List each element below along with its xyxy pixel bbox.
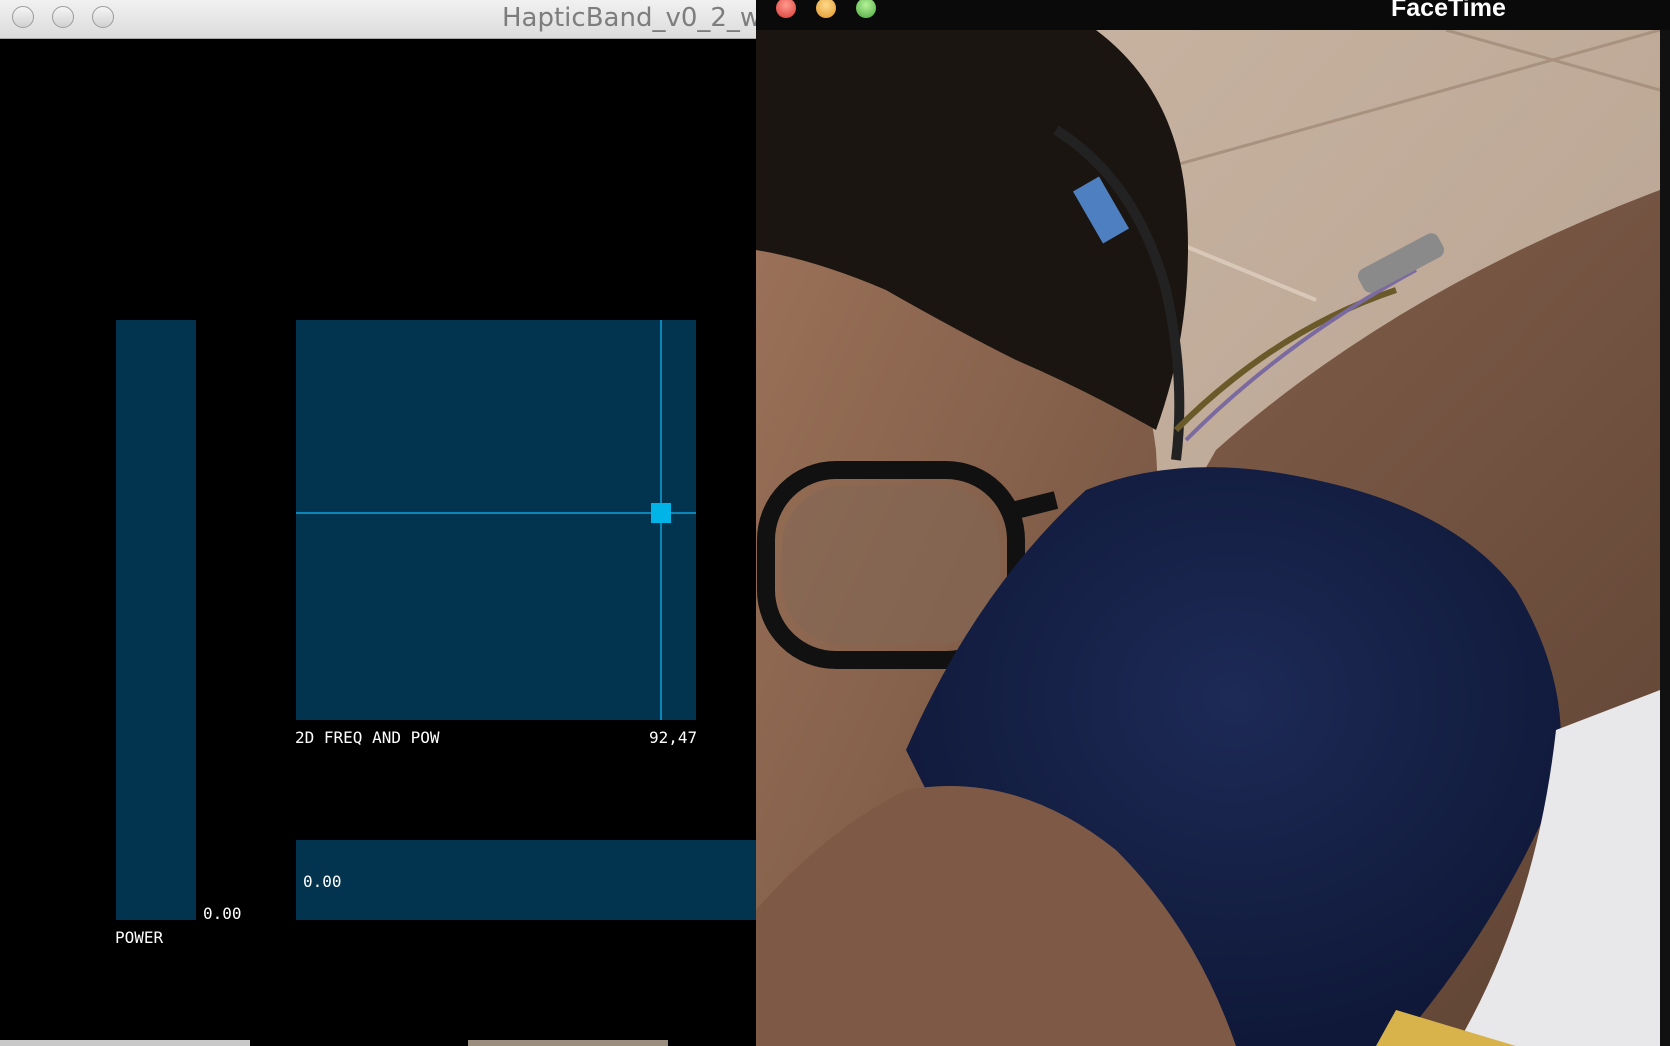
- bottom-edge-segment: [468, 1040, 668, 1046]
- window-title: FaceTime: [1391, 0, 1506, 22]
- xy-pad-label: 2D FREQ AND POW: [295, 728, 440, 747]
- camera-feed: [756, 30, 1660, 1046]
- window-edge: [1660, 30, 1670, 1046]
- window-title: HapticBand_v0_2_wi: [502, 3, 756, 33]
- facetime-window: FaceTime: [756, 0, 1670, 1046]
- zoom-button[interactable]: [92, 6, 114, 28]
- horizontal-slider-value-label: 0.00: [303, 872, 342, 891]
- bottom-edge-segment: [0, 1040, 250, 1046]
- close-button[interactable]: [12, 6, 34, 28]
- camera-feed-image: [756, 30, 1660, 1046]
- power-label: POWER: [115, 928, 164, 947]
- minimize-button[interactable]: [52, 6, 74, 28]
- freq-pow-xy-pad[interactable]: [296, 320, 696, 720]
- facetime-titlebar[interactable]: FaceTime: [756, 0, 1670, 30]
- xy-pad-handle[interactable]: [651, 503, 671, 523]
- xy-pad-value-label: 92,47: [649, 728, 698, 747]
- power-value-label: 0.00: [203, 904, 242, 923]
- power-slider[interactable]: [116, 320, 196, 920]
- horizontal-slider[interactable]: 0.00: [296, 840, 756, 920]
- xy-pad-horizontal-crosshair: [296, 512, 696, 514]
- zoom-button[interactable]: [856, 0, 876, 18]
- close-button[interactable]: [776, 0, 796, 18]
- hapticband-titlebar[interactable]: HapticBand_v0_2_wi: [0, 0, 756, 39]
- hapticband-window: HapticBand_v0_2_wi 0.00 POWER 2D FREQ AN…: [0, 0, 756, 1046]
- minimize-button[interactable]: [816, 0, 836, 18]
